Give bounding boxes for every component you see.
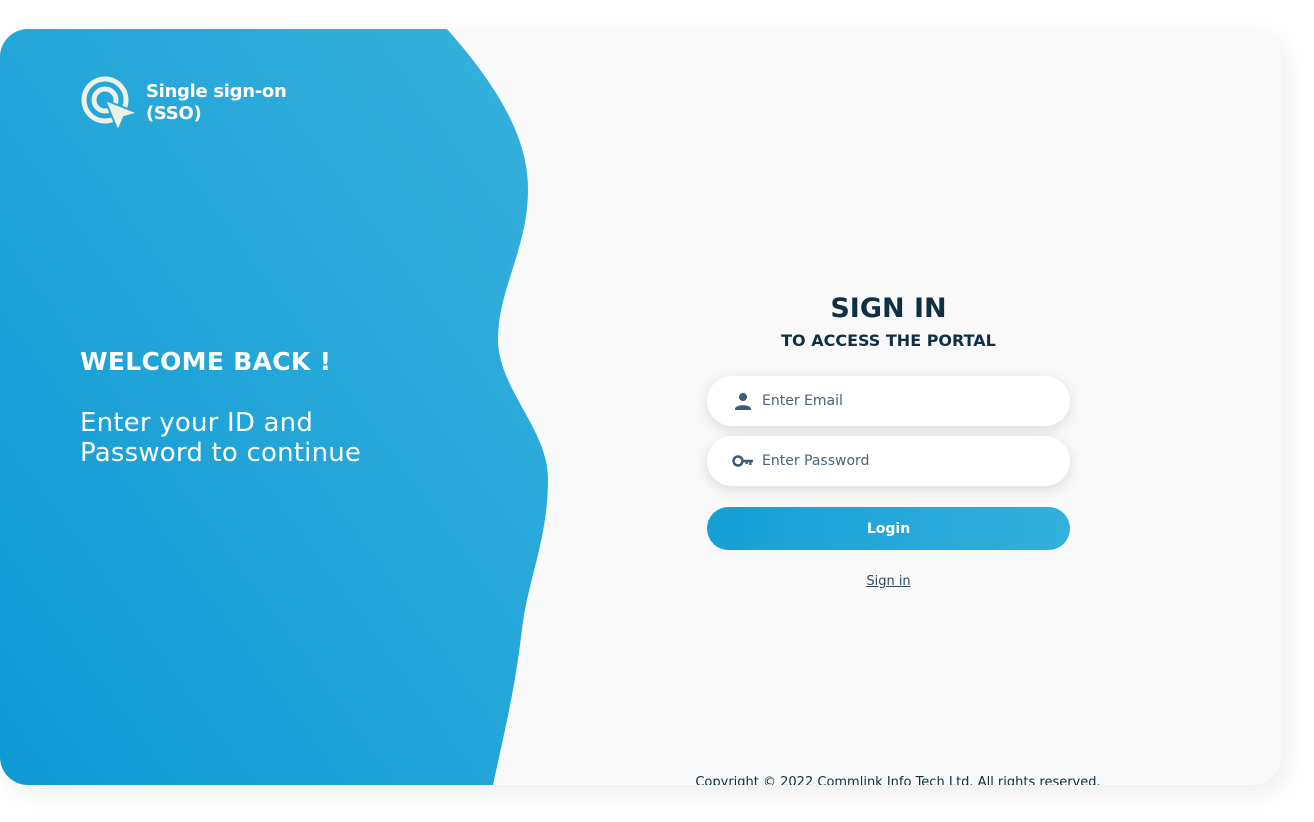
signin-title: SIGN IN (830, 293, 947, 324)
copyright-text: Copyright © 2022 Commlink Info Tech Ltd.… (695, 775, 1101, 785)
welcome-panel: Single sign-on (SSO) WELCOME BACK ! Ente… (0, 29, 560, 785)
brand-name: Single sign-on (SSO) (146, 81, 306, 125)
user-icon (735, 393, 751, 410)
welcome-subtitle: Enter your ID and Password to continue (80, 408, 362, 468)
password-field[interactable] (707, 436, 1070, 486)
signin-link[interactable]: Sign in (707, 574, 1070, 589)
welcome-heading: WELCOME BACK ! (80, 347, 332, 376)
brand-name-line1: Single sign-on (146, 81, 287, 102)
email-input[interactable] (762, 386, 1042, 416)
signin-subtitle: TO ACCESS THE PORTAL (781, 331, 996, 350)
target-cursor-icon (81, 76, 139, 132)
wave-background (0, 29, 548, 785)
brand-name-line2: (SSO) (146, 103, 202, 124)
login-button[interactable]: Login (707, 507, 1070, 550)
brand-logo: Single sign-on (SSO) (80, 73, 306, 133)
email-field[interactable] (707, 376, 1070, 426)
password-input[interactable] (762, 446, 1042, 476)
key-icon (732, 455, 753, 467)
login-card: Single sign-on (SSO) WELCOME BACK ! Ente… (0, 29, 1281, 785)
